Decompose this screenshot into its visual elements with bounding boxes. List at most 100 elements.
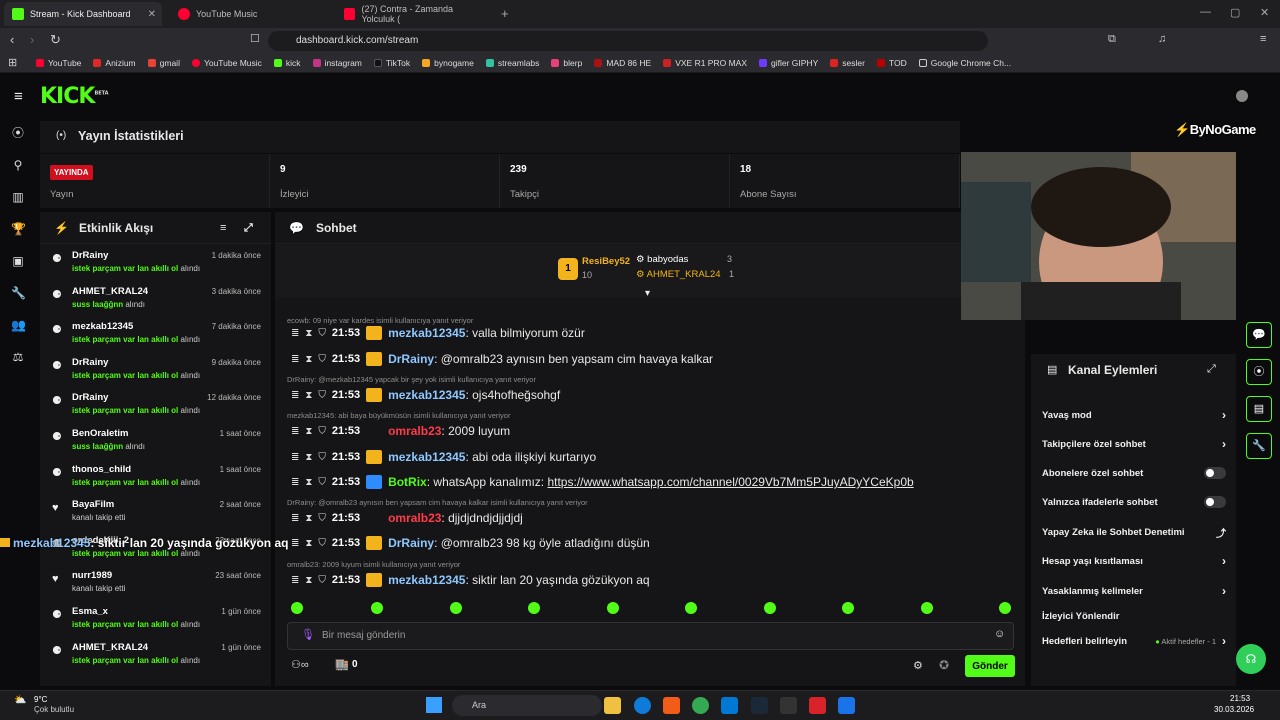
close-window-icon[interactable]: ✕ [1260, 6, 1269, 19]
brave-icon[interactable] [663, 697, 680, 714]
pin-icon[interactable]: ≣ [291, 390, 299, 401]
pin-icon[interactable]: ≣ [291, 354, 299, 365]
apps-grid-icon[interactable]: ⊞ [8, 56, 17, 69]
chrome-icon[interactable] [692, 697, 709, 714]
hamburger-menu-icon[interactable]: ≡ [14, 88, 23, 105]
back-icon[interactable]: ‹ [10, 32, 14, 47]
url-input[interactable]: dashboard.kick.com/stream [268, 31, 988, 51]
feed-item[interactable]: ⚈ BenOraletim 1 saat önce suss laağğnn alın… [40, 422, 271, 458]
bookmark-youtube[interactable]: YouTube [36, 58, 81, 68]
pin-icon[interactable]: ≣ [291, 328, 299, 339]
channel-action[interactable]: Yapay Zeka ile Sohbet Denetimi ⤴ [1042, 523, 1226, 541]
tools-button[interactable]: 🔧 [1246, 433, 1272, 459]
reply-context[interactable]: mezkab12345: abi baya büyükmüsün isimli … [287, 411, 510, 420]
bookmark-vxe[interactable]: VXE R1 PRO MAX [663, 58, 747, 68]
emote-icon[interactable] [921, 602, 933, 614]
trophy-icon[interactable]: 🏆 [11, 222, 26, 236]
bookmark-tod[interactable]: TOD [876, 58, 907, 68]
users-icon[interactable]: 👥 [11, 318, 26, 332]
stream-icon[interactable]: ⦿ [11, 126, 25, 140]
bookmark-sesler[interactable]: sesler [830, 58, 865, 68]
emote-icon[interactable] [291, 602, 303, 614]
feed-item[interactable]: ⚈ DrRainy 1 dakika önce istek parçam var la… [40, 244, 271, 280]
store-icon[interactable]: 🏬 [335, 658, 349, 671]
message-username[interactable]: BotRix [388, 475, 427, 489]
shield-icon[interactable]: ⛉ [318, 426, 326, 437]
extensions-icon[interactable]: ⧉ [1108, 33, 1116, 46]
hourglass-icon[interactable]: ⧗ [305, 538, 312, 549]
tab-youtube-music[interactable]: YouTube Music [170, 2, 328, 26]
moderation-icon[interactable]: ⚖ [11, 350, 25, 364]
channel-action[interactable]: Yasaklanmış kelimeler › [1042, 582, 1226, 600]
feed-item[interactable]: ⚈ thonos_child 1 saat önce istek parçam var… [40, 458, 271, 494]
minimize-icon[interactable]: — [1200, 6, 1211, 18]
popout-icon[interactable]: ⤢ [244, 222, 253, 235]
hourglass-icon[interactable]: ⧗ [305, 477, 312, 488]
feed-item[interactable]: ⚈ AHMET_KRAL24 1 gün önce istek parçam var … [40, 636, 271, 672]
message-username[interactable]: mezkab12345 [388, 573, 465, 587]
maximize-icon[interactable]: ▢ [1230, 6, 1240, 19]
layout-button[interactable]: ▤ [1246, 396, 1272, 422]
windows-start-icon[interactable] [426, 697, 442, 713]
pin-icon[interactable]: ≣ [291, 575, 299, 586]
chat-message[interactable]: ≣ ⧗ ⛉ 21:53 omralb23: 2009 luyum [291, 420, 510, 442]
shield-icon[interactable]: ⛉ [318, 354, 326, 365]
shield-icon[interactable]: ⛉ [318, 575, 326, 586]
tab-contra[interactable]: (27) Contra - Zamanda Yolculuk ( [336, 2, 496, 26]
emote-icon[interactable] [999, 602, 1011, 614]
broadcast-button[interactable]: ⦿ [1246, 359, 1272, 385]
channel-action[interactable]: Yavaş mod › [1042, 406, 1226, 424]
channel-action[interactable]: Hedefleri belirleyin ● Aktif hedefler - 1… [1042, 632, 1226, 650]
steam-icon[interactable] [751, 697, 768, 714]
pin-icon[interactable]: ≣ [291, 513, 299, 524]
shield-icon[interactable]: ⛉ [318, 513, 326, 524]
message-username[interactable]: DrRainy [388, 536, 434, 550]
edge-icon[interactable] [634, 697, 651, 714]
emoji-icon[interactable]: ☺ [994, 628, 1005, 640]
emote-icon[interactable] [450, 602, 462, 614]
shield-icon[interactable]: ⛉ [318, 452, 326, 463]
chat-message[interactable]: ≣ ⧗ ⛉ 21:53 mezkab12345: valla bilmiyorum öz… [291, 322, 585, 344]
file-explorer-icon[interactable] [604, 697, 621, 714]
shield-icon[interactable]: ⛉ [318, 390, 326, 401]
expand-chevron-icon[interactable]: ▾ [645, 288, 650, 299]
feed-item[interactable]: ⚈ Esma_x 1 gün önce istek parçam var lan ak… [40, 600, 271, 636]
emote-icon[interactable] [528, 602, 540, 614]
hourglass-icon[interactable]: ⧗ [305, 426, 312, 437]
message-username[interactable]: omralb23 [388, 424, 441, 438]
analytics-icon[interactable]: ▥ [11, 190, 25, 204]
channel-action[interactable]: İzleyici Yönlendir [1042, 607, 1226, 625]
filter-icon[interactable]: ≡ [220, 222, 226, 234]
support-button[interactable]: ☊ [1236, 644, 1266, 674]
app-icon[interactable] [809, 697, 826, 714]
emote-icon[interactable] [685, 602, 697, 614]
reload-icon[interactable]: ↻ [50, 32, 61, 48]
bookmark-tiktok[interactable]: TikTok [373, 58, 410, 68]
pin-icon[interactable]: ≣ [291, 426, 299, 437]
channel-action[interactable]: Yalnızca ifadelerle sohbet [1042, 493, 1226, 511]
avatar[interactable] [1236, 90, 1248, 102]
hourglass-icon[interactable]: ⧗ [305, 575, 312, 586]
hourglass-icon[interactable]: ⧗ [305, 354, 312, 365]
hourglass-icon[interactable]: ⧗ [305, 328, 312, 339]
app-icon[interactable] [838, 697, 855, 714]
taskbar-search[interactable]: Ara [452, 695, 602, 716]
hourglass-icon[interactable]: ⧗ [305, 452, 312, 463]
bookmark-chrome[interactable]: Google Chrome Ch... [918, 58, 1011, 68]
channel-action[interactable]: Hesap yaşı kısıtlaması › [1042, 552, 1226, 570]
feed-item[interactable]: ⚈ mezkab12345 7 dakika önce istek parçam va… [40, 315, 271, 351]
chat-input[interactable]: Bir mesaj gönderin [287, 622, 1014, 650]
chat-popout-button[interactable]: 💬 [1246, 322, 1272, 348]
feed-item[interactable]: ⚈ DrRainy 9 dakika önce istek parçam var la… [40, 351, 271, 387]
store-icon[interactable] [721, 697, 738, 714]
mic-icon[interactable]: 🎙 [301, 628, 315, 641]
message-link[interactable]: https://www.whatsapp.com/channel/0029Vb7… [547, 475, 913, 489]
pin-icon[interactable]: ≣ [291, 538, 299, 549]
emote-icon[interactable] [371, 602, 383, 614]
bookmark-mad86[interactable]: MAD 86 HE [594, 58, 651, 68]
shield-icon[interactable]: ⛉ [318, 538, 326, 549]
reply-context[interactable]: DrRainy: @omralb23 aynısın ben yapsam ci… [287, 498, 588, 507]
kick-logo[interactable]: KICKBETA [40, 84, 109, 109]
bookmark-streamlabs[interactable]: streamlabs [485, 58, 539, 68]
feed-item[interactable]: ⚈ AHMET_KRAL24 3 dakika önce suss laağğnn a… [40, 280, 271, 316]
